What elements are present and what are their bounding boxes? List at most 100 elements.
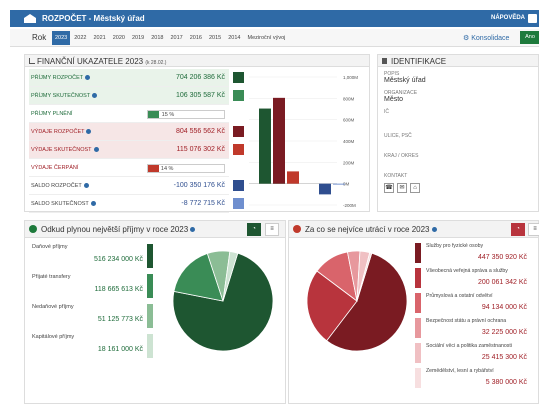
info-icon[interactable]: [85, 75, 91, 81]
progress-bar: 14 %: [147, 164, 225, 173]
chart-view-button[interactable]: ◔: [511, 223, 525, 236]
konsolidace-yes-button[interactable]: Ano: [520, 31, 539, 44]
legend-swatch: [147, 304, 153, 328]
indicator-list: Příjmy rozpočet 704 206 386 Kč Příjmy skut…: [29, 69, 244, 213]
year-tab[interactable]: 2019: [129, 31, 147, 45]
indicator-row: Výdaje skutečnost 115 076 302 Kč: [29, 141, 244, 159]
y-tick-label: 200M: [343, 160, 355, 165]
legend-swatch: [147, 274, 153, 298]
app-title: ROZPOČET - Městský úřad: [42, 14, 145, 23]
panel-header: Za co se nejvíce utrácí v roce 2023 ◔ ≡: [289, 221, 539, 238]
legend-item[interactable]: Přijaté transfery 118 665 613 Kč: [29, 271, 155, 301]
y-tick-label: 1,000M: [343, 75, 358, 80]
table-view-button[interactable]: ≡: [265, 223, 279, 236]
legend-name: Daňové příjmy: [32, 244, 68, 250]
bar: [287, 171, 299, 184]
konsolidace-label: ⚙ Konsolidace: [463, 35, 510, 42]
legend-swatch: [147, 244, 153, 268]
indicator-row: Výdaje rozpočet 804 556 562 Kč: [29, 123, 244, 141]
legend-name: Zemědělství, lesní a rybářství: [426, 368, 494, 374]
year-tab[interactable]: 2015: [206, 31, 224, 45]
legend-swatch: [415, 318, 421, 338]
table-view-button[interactable]: ≡: [528, 223, 539, 236]
legend-item[interactable]: Zemědělství, lesní a rybářství 5 380 000 …: [415, 366, 539, 391]
indicator-value: 704 206 386 Kč: [175, 74, 225, 81]
indicator-row: Saldo rozpočet -100 350 176 Kč: [29, 177, 244, 195]
expense-pie-chart: [306, 250, 408, 352]
info-icon[interactable]: [92, 93, 98, 99]
legend-item[interactable]: Bezpečnost státu a právní ochrana 32 225 …: [415, 316, 539, 341]
info-icon[interactable]: [93, 147, 99, 153]
share-icon[interactable]: [528, 14, 537, 23]
pie-chart-icon: [29, 225, 37, 233]
indicator-label: Příjmy plnění: [31, 111, 73, 117]
chart-view-button[interactable]: ◔: [247, 223, 261, 236]
legend-item[interactable]: Sociální věci a politika zaměstnanosti 25…: [415, 341, 539, 366]
help-link[interactable]: NÁPOVĚDA: [491, 15, 525, 21]
indicator-label: Saldo skutečnost: [31, 201, 96, 207]
panel-title: Odkud plynou největší příjmy v roce 2023: [41, 225, 196, 234]
expense-legend: Služby pro fyzické osoby 447 350 920 Kč Vš…: [415, 241, 539, 391]
progress-fill: [148, 111, 160, 118]
legend-item[interactable]: Nedaňové příjmy 51 125 773 Kč: [29, 301, 155, 331]
legend-item[interactable]: Kapitálové příjmy 18 161 000 Kč: [29, 331, 155, 361]
info-icon[interactable]: [431, 227, 437, 233]
year-tab[interactable]: 2014: [225, 31, 243, 45]
year-tab[interactable]: 2021: [91, 31, 109, 45]
legend-amount: 200 061 342 Kč: [477, 279, 527, 286]
legend-name: Všeobecná veřejná správa a služby: [426, 268, 508, 274]
indicator-row: Příjmy rozpočet 704 206 386 Kč: [29, 69, 244, 87]
year-tab[interactable]: Meziroční vývoj: [245, 31, 289, 45]
indicator-row: Výdaje čerpání 14 %: [29, 159, 229, 177]
income-pie-chart: [172, 250, 274, 352]
bar-chart-icon: [29, 58, 35, 64]
home-icon[interactable]: ⌂: [410, 183, 420, 193]
legend-item[interactable]: Průmyslová a ostatní odvětví 94 134 000 K…: [415, 291, 539, 316]
year-tab[interactable]: 2018: [148, 31, 166, 45]
year-tab[interactable]: 2020: [110, 31, 128, 45]
financial-indicators-panel: FINANČNÍ UKAZATELE 2023 (k 28.02.) Příjm…: [24, 54, 370, 213]
year-tab[interactable]: 2022: [71, 31, 89, 45]
panel-header: IDENTIFIKACE: [378, 55, 538, 67]
indicator-row: Příjmy skutečnost 106 305 587 Kč: [29, 87, 244, 105]
indicator-label: Výdaje skutečnost: [31, 147, 99, 153]
info-icon[interactable]: [86, 129, 92, 135]
identification-panel: IDENTIFIKACE Popis Městský úřad Organiza…: [377, 54, 539, 212]
legend-swatch: [415, 293, 421, 313]
info-icon[interactable]: [90, 201, 96, 207]
indicator-value: 106 305 587 Kč: [175, 92, 225, 99]
financial-bar-chart: 1,000M800M600M400M200M0M-200M: [249, 75, 358, 208]
legend-name: Služby pro fyzické osoby: [426, 243, 484, 249]
legend-swatch: [415, 243, 421, 263]
progress-text: 15 %: [161, 112, 175, 118]
info-icon[interactable]: [83, 183, 89, 189]
legend-name: Bezpečnost státu a právní ochrana: [426, 318, 507, 324]
legend-swatch: [415, 343, 421, 363]
legend-amount: 516 234 000 Kč: [93, 256, 143, 263]
phone-icon[interactable]: ☎: [384, 183, 394, 193]
legend-amount: 5 380 000 Kč: [485, 379, 527, 386]
indicator-value: 804 556 562 Kč: [175, 128, 225, 135]
email-icon[interactable]: ✉: [397, 183, 407, 193]
progress-fill: [148, 165, 159, 172]
y-tick-label: 600M: [343, 118, 355, 123]
legend-item[interactable]: Služby pro fyzické osoby 447 350 920 Kč: [415, 241, 539, 266]
year-tab[interactable]: 2016: [187, 31, 205, 45]
year-tab[interactable]: 2017: [168, 31, 186, 45]
info-icon[interactable]: [190, 227, 196, 233]
legend-swatch: [147, 334, 153, 358]
indicator-value: -8 772 715 Kč: [181, 200, 225, 207]
legend-swatch: [415, 368, 421, 388]
legend-item[interactable]: Všeobecná veřejná správa a služby 200 061…: [415, 266, 539, 291]
legend-amount: 447 350 920 Kč: [477, 254, 527, 261]
panel-title: FINANČNÍ UKAZATELE 2023 (k 28.02.): [37, 57, 167, 66]
pie-chart-icon: [293, 225, 301, 233]
legend-item[interactable]: Daňové příjmy 516 234 000 Kč: [29, 241, 155, 271]
indicator-label: Výdaje rozpočet: [31, 129, 92, 135]
indicator-value: -100 350 176 Kč: [173, 182, 225, 189]
year-bar: Rok 2023 2022 2021 2020 2019 2018 2017 2016 2015…: [10, 29, 539, 47]
year-tab[interactable]: 2023: [52, 31, 71, 45]
indicator-label: Příjmy skutečnost: [31, 93, 98, 99]
building-icon: [24, 14, 36, 23]
indicator-row: Příjmy plnění 15 %: [29, 105, 229, 123]
